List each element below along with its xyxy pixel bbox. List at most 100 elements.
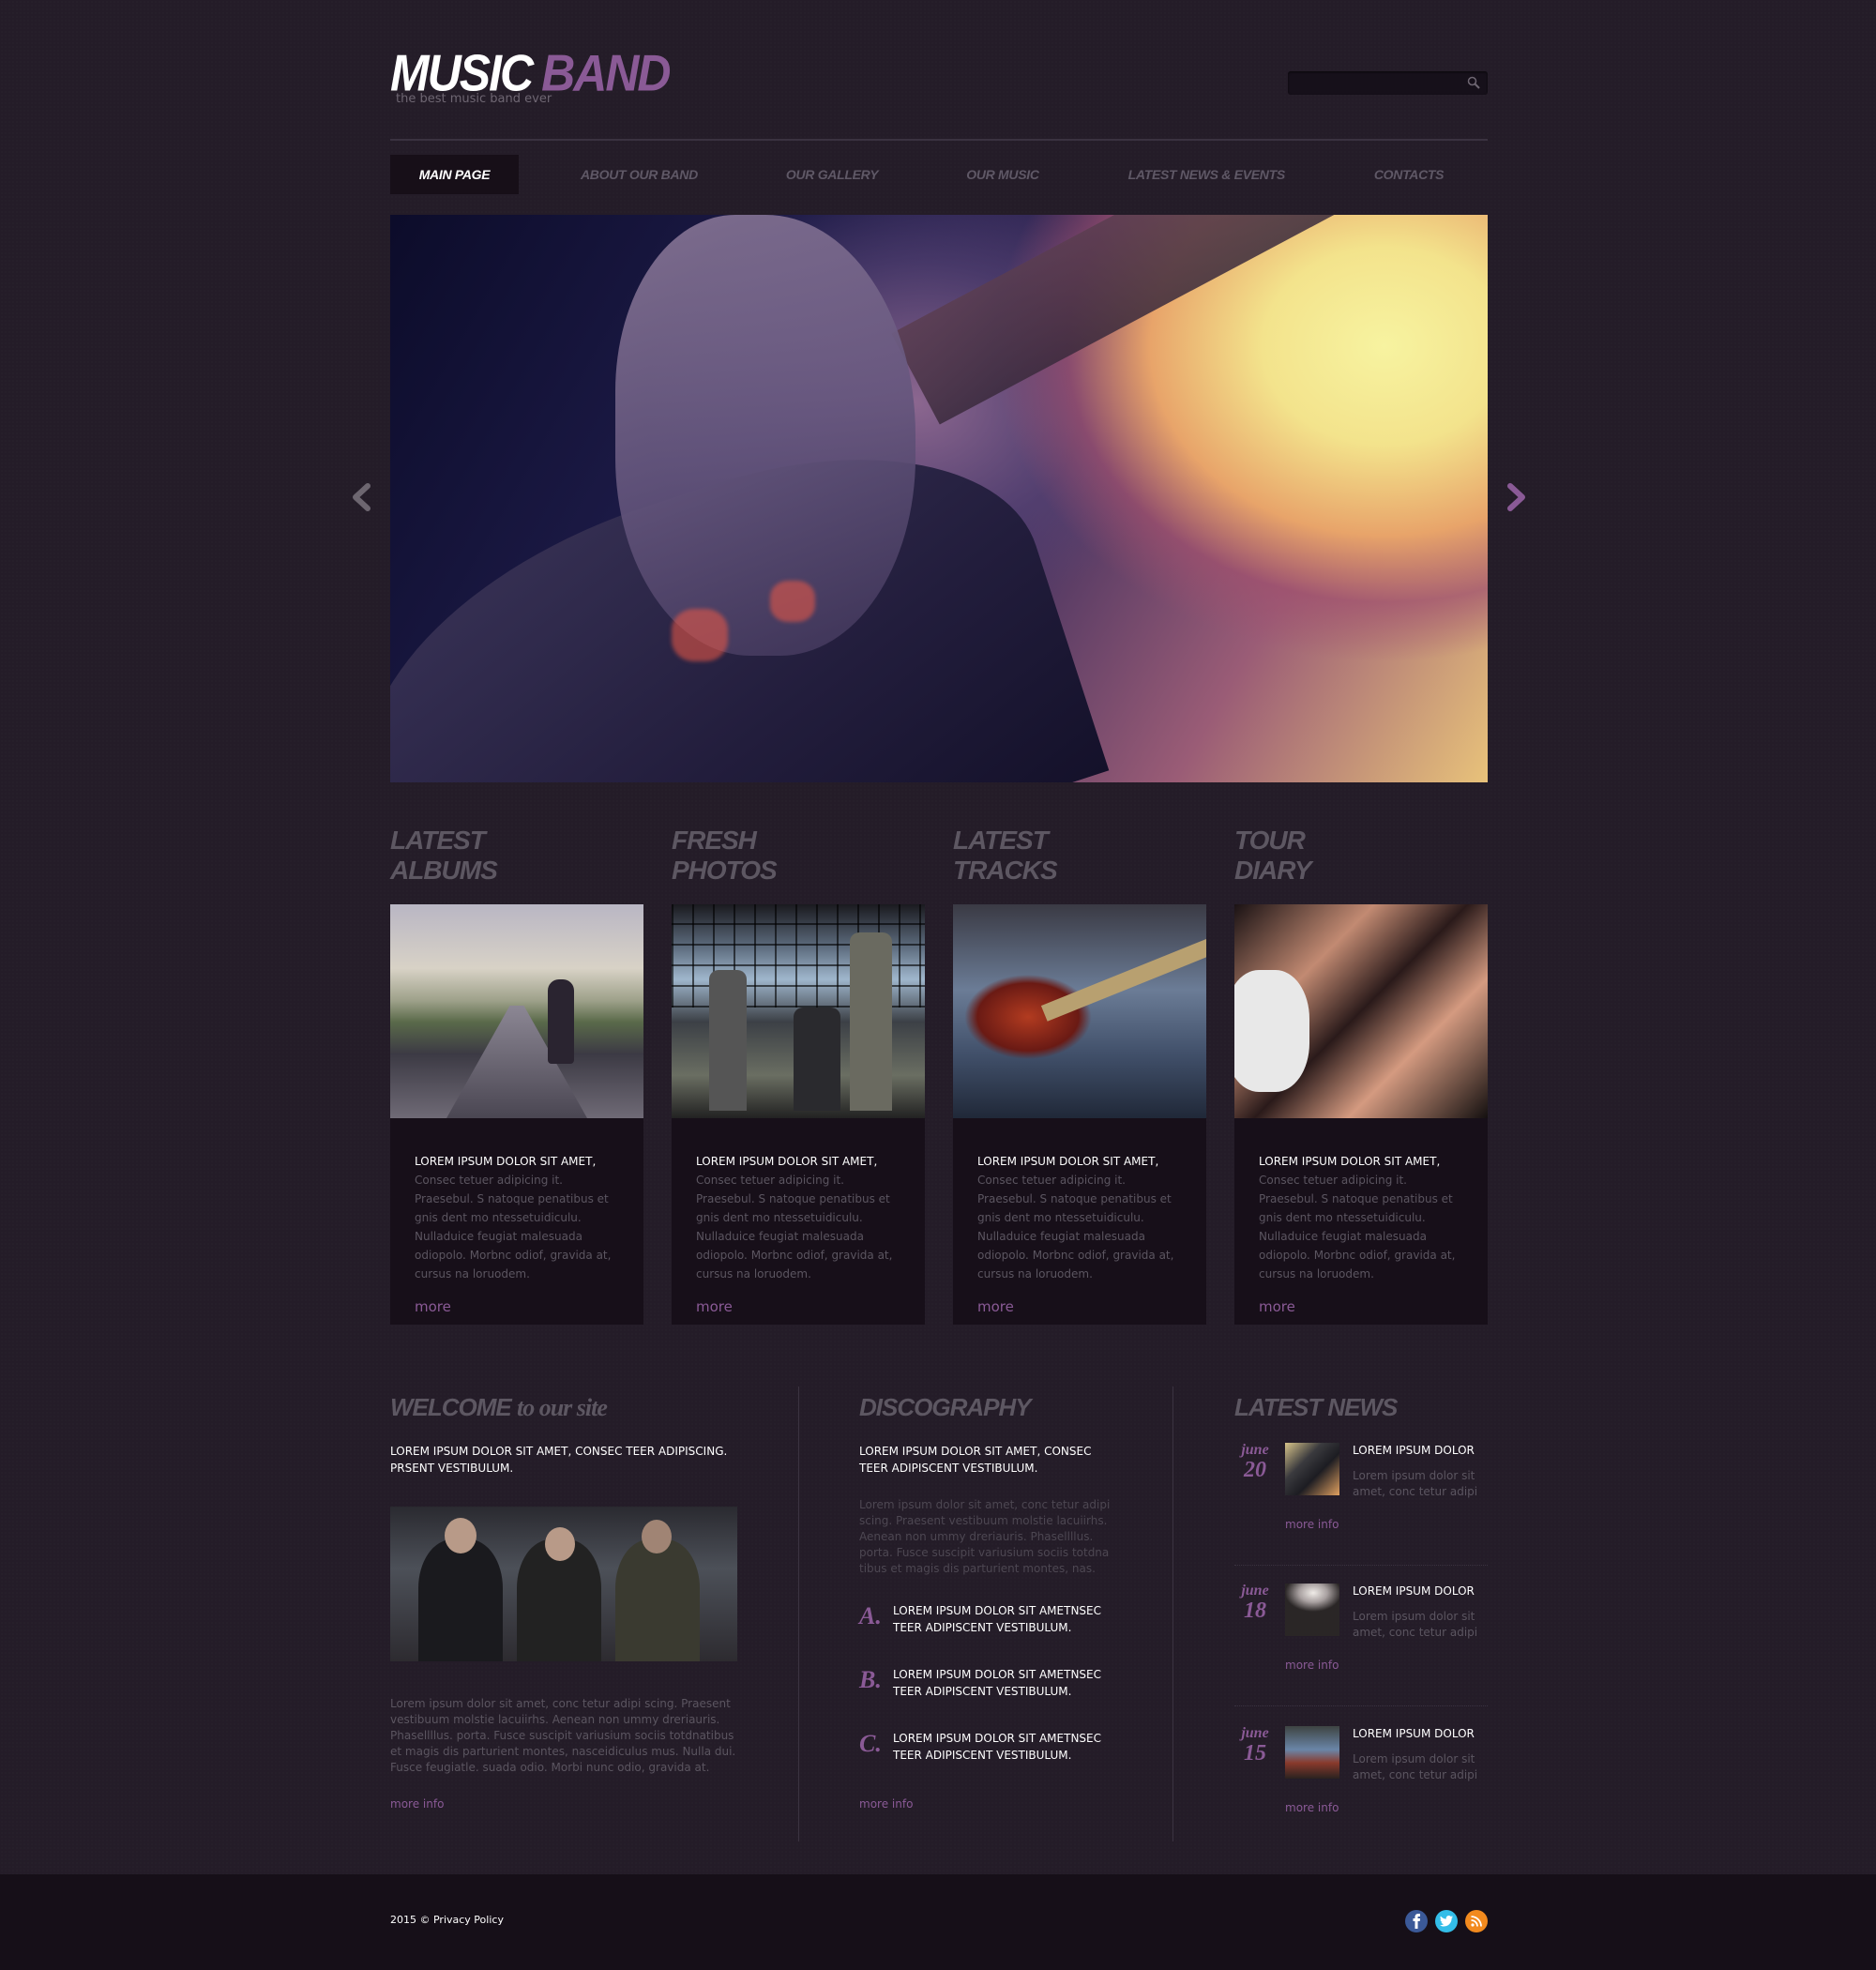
news-day: 20 (1244, 1458, 1266, 1482)
card-tour-diary: LOREM IPSUM DOLOR SIT AMET, Consec tetue… (1234, 1118, 1488, 1325)
nav-main-page[interactable]: MAIN PAGE (390, 155, 519, 194)
card-text: Consec tetuer adipicing it. Praesebul. S… (1259, 1174, 1456, 1280)
logo-word-band: BAND (541, 43, 671, 102)
twitter-icon[interactable] (1435, 1910, 1458, 1932)
news-title[interactable]: LOREM IPSUM DOLOR (1353, 1444, 1475, 1457)
image-person (850, 932, 892, 1111)
news-item: june 18 LOREM IPSUM DOLOR Lorem ipsum do… (1234, 1583, 1488, 1706)
search-icon[interactable] (1467, 76, 1480, 89)
footer (0, 1874, 1876, 1970)
discography-heading: DISCOGRAPHY (859, 1393, 1032, 1421)
news-thumbnail[interactable] (1285, 1443, 1339, 1495)
discography-letter: A. (859, 1602, 882, 1629)
nav-latest-news-events[interactable]: LATEST NEWS & EVENTS (1128, 155, 1286, 194)
card-more-link[interactable]: more (415, 1298, 451, 1315)
heading-line: TOUR (1234, 826, 1306, 855)
nav-our-gallery[interactable]: OUR GALLERY (786, 155, 879, 194)
card-heading-tour-diary: TOUR DIARY (1234, 826, 1488, 886)
card-latest-tracks: LOREM IPSUM DOLOR SIT AMET, Consec tetue… (953, 1118, 1206, 1325)
footer-copyright-privacy-link[interactable]: 2015 © Privacy Policy (390, 1914, 504, 1926)
news-thumbnail[interactable] (1285, 1584, 1339, 1636)
welcome-heading: WELCOME to our site (390, 1392, 608, 1423)
card-lead: LOREM IPSUM DOLOR SIT AMET, (415, 1155, 597, 1168)
news-thumbnail[interactable] (1285, 1726, 1339, 1779)
nav-about-our-band[interactable]: ABOUT OUR BAND (581, 155, 698, 194)
slider-lens-flare (672, 609, 728, 661)
search-box (1288, 71, 1488, 95)
heading-line: LATEST (953, 826, 1049, 855)
news-day: 18 (1244, 1599, 1266, 1623)
welcome-heading-bold: WELCOME (390, 1393, 512, 1421)
card-text: Consec tetuer adipicing it. Praesebul. S… (696, 1174, 893, 1280)
heading-line: DIARY (1234, 856, 1312, 885)
discography-item-text: LOREM IPSUM DOLOR SIT AMETNSEC TEER ADIP… (893, 1668, 1102, 1698)
card-heading-latest-tracks: LATEST TRACKS (953, 826, 1206, 886)
news-item: june 15 LOREM IPSUM DOLOR Lorem ipsum do… (1234, 1726, 1488, 1820)
card-heading-latest-albums: LATEST ALBUMS (390, 826, 643, 886)
news-date: june 20 (1234, 1442, 1276, 1483)
card-image-tour-diary[interactable] (1234, 904, 1488, 1118)
card-lead: LOREM IPSUM DOLOR SIT AMET, (977, 1155, 1159, 1168)
news-title[interactable]: LOREM IPSUM DOLOR (1353, 1727, 1475, 1740)
heading-line: FRESH (672, 826, 757, 855)
heading-line: TRACKS (953, 856, 1058, 885)
band-member-head (445, 1518, 477, 1553)
news-date: june 15 (1234, 1725, 1276, 1766)
facebook-icon[interactable] (1405, 1910, 1428, 1932)
welcome-more-info-link[interactable]: more info (390, 1797, 444, 1811)
nav-contacts[interactable]: CONTACTS (1374, 155, 1445, 194)
heading-line: ALBUMS (390, 856, 498, 885)
slider-hand (615, 215, 915, 656)
welcome-lead: LOREM IPSUM DOLOR SIT AMET, CONSEC TEER … (390, 1445, 728, 1475)
image-guitar-neck (1040, 935, 1206, 1022)
news-title[interactable]: LOREM IPSUM DOLOR (1353, 1584, 1475, 1598)
discography-letter: B. (859, 1666, 882, 1693)
card-image-latest-tracks[interactable] (953, 904, 1206, 1118)
band-member-head (545, 1527, 575, 1561)
image-guitar (1234, 970, 1309, 1092)
card-lead: LOREM IPSUM DOLOR SIT AMET, (1259, 1155, 1441, 1168)
card-latest-albums: LOREM IPSUM DOLOR SIT AMET, Consec tetue… (390, 1118, 643, 1325)
news-text: Lorem ipsum dolor sit amet, conc tetur a… (1353, 1610, 1478, 1639)
news-month: june (1241, 1442, 1269, 1458)
news-more-info-link[interactable]: more info (1285, 1518, 1339, 1531)
card-more-link[interactable]: more (696, 1298, 733, 1315)
header-divider (390, 139, 1488, 141)
discography-letter: C. (859, 1730, 882, 1757)
news-month: june (1241, 1725, 1269, 1741)
search-input[interactable] (1288, 71, 1457, 95)
discography-item-text: LOREM IPSUM DOLOR SIT AMETNSEC TEER ADIP… (893, 1604, 1102, 1634)
discography-lead: LOREM IPSUM DOLOR SIT AMET, CONSEC TEER … (859, 1445, 1092, 1475)
site-tagline: the best music band ever (396, 92, 552, 106)
column-divider (1172, 1387, 1173, 1841)
image-person (548, 979, 574, 1064)
card-heading-fresh-photos: FRESH PHOTOS (672, 826, 925, 886)
nav-our-music[interactable]: OUR MUSIC (966, 155, 1039, 194)
card-image-latest-albums[interactable] (390, 904, 643, 1118)
card-more-link[interactable]: more (1259, 1298, 1295, 1315)
card-fresh-photos: LOREM IPSUM DOLOR SIT AMET, Consec tetue… (672, 1118, 925, 1325)
image-person (794, 1008, 840, 1111)
news-month: june (1241, 1583, 1269, 1599)
heading-line: LATEST (390, 826, 486, 855)
welcome-band-photo (390, 1507, 737, 1661)
chevron-right-icon[interactable] (1497, 478, 1535, 516)
card-image-fresh-photos[interactable] (672, 904, 925, 1118)
discography-more-info-link[interactable]: more info (859, 1797, 913, 1811)
news-day: 15 (1244, 1741, 1266, 1765)
slider-lens-flare (770, 581, 815, 622)
rss-icon[interactable] (1465, 1910, 1488, 1932)
news-item: june 20 LOREM IPSUM DOLOR Lorem ipsum do… (1234, 1442, 1488, 1566)
card-lead: LOREM IPSUM DOLOR SIT AMET, (696, 1155, 878, 1168)
latest-news-heading: LATEST NEWS (1234, 1393, 1398, 1421)
band-member (418, 1539, 503, 1661)
news-date: june 18 (1234, 1583, 1276, 1624)
news-more-info-link[interactable]: more info (1285, 1659, 1339, 1672)
news-text: Lorem ipsum dolor sit amet, conc tetur a… (1353, 1752, 1478, 1781)
news-text: Lorem ipsum dolor sit amet, conc tetur a… (1353, 1469, 1478, 1498)
main-nav: MAIN PAGE ABOUT OUR BAND OUR GALLERY OUR… (390, 155, 1488, 194)
chevron-left-icon[interactable] (343, 478, 381, 516)
card-more-link[interactable]: more (977, 1298, 1014, 1315)
hero-slider-image (390, 215, 1488, 782)
news-more-info-link[interactable]: more info (1285, 1801, 1339, 1814)
